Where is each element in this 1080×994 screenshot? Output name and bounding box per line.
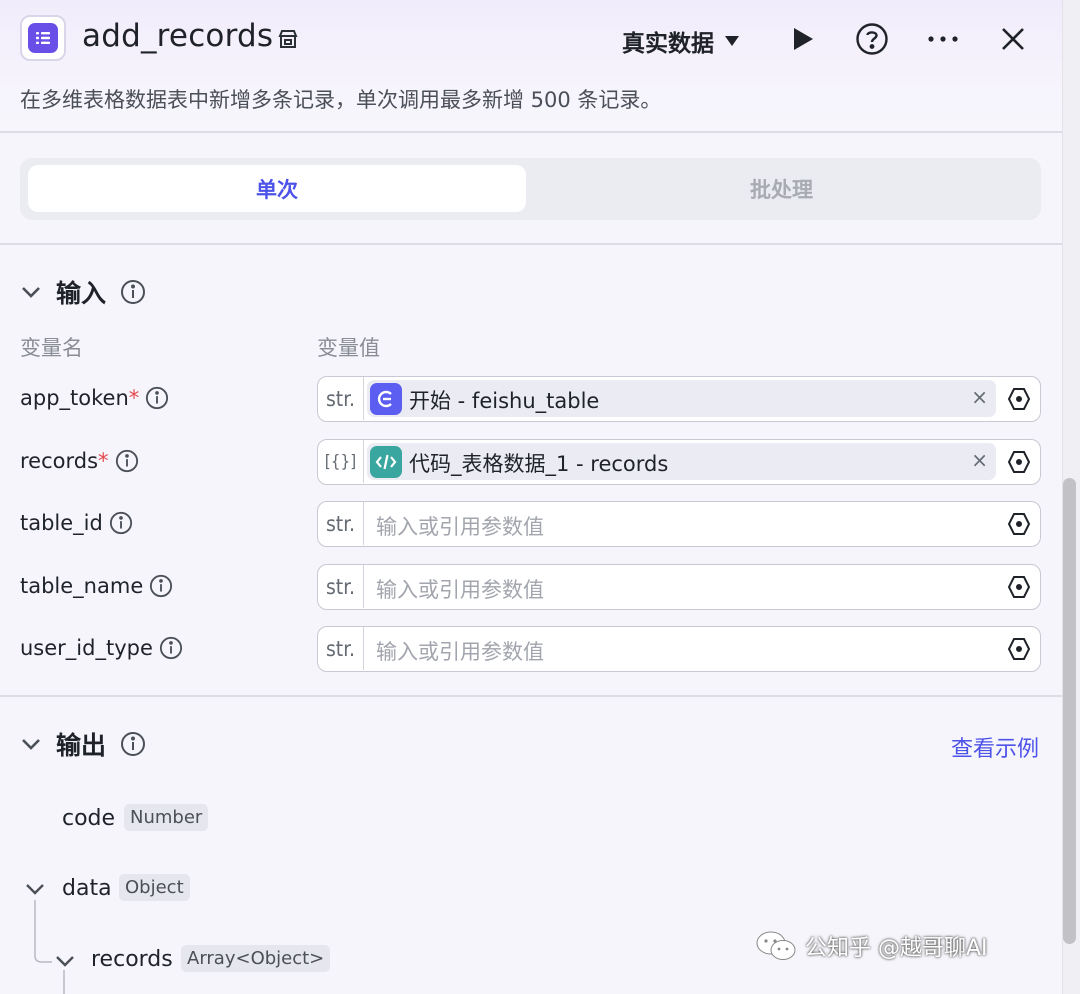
close-icon bbox=[1002, 28, 1024, 50]
more-icon bbox=[928, 36, 958, 42]
node-config-panel: add_records 真实数据 在多维表格数据表中新增多条记录，单次调用最多新… bbox=[0, 0, 1062, 994]
param-label-table-id: table_id bbox=[20, 511, 133, 535]
clear-reference-icon[interactable]: × bbox=[971, 448, 988, 472]
wechat-icon bbox=[756, 931, 796, 960]
required-mark: * bbox=[98, 449, 109, 473]
tree-connector bbox=[63, 970, 65, 994]
reference-text: 代码_表格数据_1 - records bbox=[409, 452, 669, 476]
tab-single[interactable]: 单次 bbox=[28, 165, 526, 212]
view-example-link[interactable]: 查看示例 bbox=[951, 731, 1039, 763]
param-field-table-id[interactable]: str. 输入或引用参数值 bbox=[317, 501, 1041, 547]
chevron-down-icon[interactable] bbox=[20, 285, 42, 299]
param-field-table-name[interactable]: str. 输入或引用参数值 bbox=[317, 564, 1041, 610]
reference-chip[interactable]: 开始 - feishu_table × bbox=[367, 380, 996, 417]
data-mode-label: 真实数据 bbox=[622, 31, 714, 57]
variable-icon[interactable] bbox=[1006, 636, 1032, 662]
panel-header: add_records 真实数据 在多维表格数据表中新增多条记录，单次调用最多新… bbox=[0, 0, 1062, 133]
info-icon[interactable] bbox=[115, 449, 139, 473]
start-node-icon bbox=[370, 383, 402, 415]
type-badge: str. bbox=[318, 627, 364, 670]
param-name: records bbox=[20, 449, 99, 473]
output-type-tag: Array<Object> bbox=[181, 945, 331, 972]
output-type-tag: Object bbox=[119, 874, 190, 901]
caret-down-icon bbox=[725, 36, 739, 46]
watermark: 公知乎 @越哥聊AI bbox=[755, 930, 988, 962]
help-button[interactable] bbox=[853, 20, 891, 58]
param-name: user_id_type bbox=[20, 636, 153, 660]
input-placeholder: 输入或引用参数值 bbox=[376, 640, 544, 664]
param-label-table-name: table_name bbox=[20, 574, 173, 598]
param-label-user-id-type: user_id_type bbox=[20, 636, 183, 660]
input-placeholder: 输入或引用参数值 bbox=[376, 515, 544, 539]
info-icon[interactable] bbox=[120, 731, 146, 757]
reference-chip[interactable]: 代码_表格数据_1 - records × bbox=[367, 443, 996, 480]
param-label-app-token: app_token * bbox=[20, 386, 169, 410]
variable-icon[interactable] bbox=[1006, 574, 1032, 600]
type-badge: [{}] bbox=[318, 440, 364, 483]
param-field-records[interactable]: [{}] 代码_表格数据_1 - records × bbox=[317, 439, 1041, 485]
variable-icon[interactable] bbox=[1006, 386, 1032, 412]
output-section-title: 输出 bbox=[56, 731, 107, 760]
param-field-app-token[interactable]: str. 开始 - feishu_table × bbox=[317, 376, 1041, 422]
type-badge: str. bbox=[318, 502, 364, 545]
help-icon bbox=[856, 23, 888, 55]
column-header-name: 变量名 bbox=[20, 336, 83, 360]
output-field-name: code bbox=[62, 806, 116, 831]
info-icon[interactable] bbox=[145, 386, 169, 410]
column-header-value: 变量值 bbox=[317, 336, 380, 360]
chevron-down-icon[interactable] bbox=[54, 954, 76, 968]
scrollbar-thumb[interactable] bbox=[1063, 478, 1076, 944]
param-field-user-id-type[interactable]: str. 输入或引用参数值 bbox=[317, 626, 1041, 672]
required-mark: * bbox=[128, 386, 140, 410]
divider bbox=[0, 243, 1062, 245]
output-field-name: data bbox=[62, 876, 112, 901]
input-section-title: 输入 bbox=[56, 279, 107, 308]
run-button[interactable] bbox=[784, 20, 822, 58]
output-field-name: records bbox=[91, 947, 173, 972]
play-icon bbox=[794, 28, 813, 50]
table-icon bbox=[28, 23, 58, 53]
more-button[interactable] bbox=[924, 20, 962, 58]
output-type-tag: Number bbox=[124, 804, 209, 831]
info-icon[interactable] bbox=[120, 279, 146, 305]
close-button[interactable] bbox=[994, 20, 1032, 58]
node-title[interactable]: add_records bbox=[82, 18, 273, 54]
code-node-icon bbox=[370, 446, 402, 478]
mode-tabs: 单次 批处理 bbox=[20, 158, 1041, 220]
clear-reference-icon[interactable]: × bbox=[971, 385, 988, 409]
variable-icon[interactable] bbox=[1006, 449, 1032, 475]
input-placeholder: 输入或引用参数值 bbox=[376, 578, 544, 602]
info-icon[interactable] bbox=[159, 636, 183, 660]
app-icon bbox=[20, 15, 66, 61]
type-badge: str. bbox=[318, 377, 364, 420]
reference-text: 开始 - feishu_table bbox=[409, 389, 600, 413]
input-section-header[interactable]: 输入 bbox=[20, 274, 146, 310]
tab-batch[interactable]: 批处理 bbox=[529, 165, 1034, 212]
tree-connector bbox=[34, 900, 52, 963]
divider bbox=[0, 695, 1062, 697]
type-badge: str. bbox=[318, 565, 364, 608]
param-label-records: records * bbox=[20, 449, 139, 473]
param-name: table_id bbox=[20, 511, 103, 535]
chevron-down-icon[interactable] bbox=[20, 737, 42, 751]
chevron-down-icon[interactable] bbox=[24, 882, 46, 896]
variable-icon[interactable] bbox=[1006, 511, 1032, 537]
node-description: 在多维表格数据表中新增多条记录，单次调用最多新增 500 条记录。 bbox=[20, 88, 662, 112]
node-badge-icon[interactable] bbox=[276, 27, 300, 51]
watermark-text: 公知乎 @越哥聊AI bbox=[805, 936, 988, 961]
param-name: table_name bbox=[20, 574, 144, 598]
info-icon[interactable] bbox=[149, 574, 173, 598]
info-icon[interactable] bbox=[109, 511, 133, 535]
param-name: app_token bbox=[20, 386, 129, 410]
output-section-header[interactable]: 输出 bbox=[20, 726, 146, 762]
data-mode-select[interactable]: 真实数据 bbox=[622, 24, 740, 58]
